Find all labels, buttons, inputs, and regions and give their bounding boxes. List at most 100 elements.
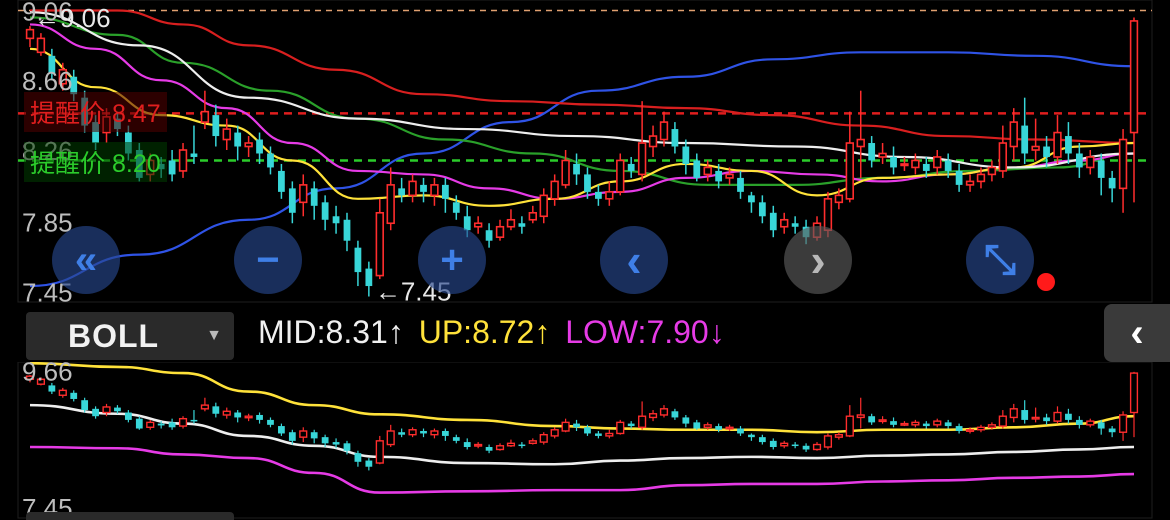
- candle-body: [25, 28, 35, 40]
- candle-body: [659, 121, 669, 141]
- boll-candle-body: [648, 413, 658, 419]
- candle-body: [944, 160, 952, 171]
- candle-body: [1097, 160, 1105, 178]
- candle-body: [550, 180, 559, 200]
- candle-body: [791, 223, 799, 227]
- candle-body: [834, 194, 844, 204]
- candle-body: [922, 163, 930, 171]
- boll-candle-body: [791, 444, 799, 447]
- boll-candle-body: [1021, 410, 1029, 420]
- candle-body: [518, 223, 526, 227]
- candle-body: [748, 195, 755, 203]
- zoom-out-far-button[interactable]: «: [52, 226, 120, 294]
- candle-body: [1129, 20, 1139, 134]
- candle-body: [365, 268, 373, 287]
- candle-body: [845, 142, 854, 200]
- boll-candle-body: [998, 415, 1007, 427]
- fullscreen-button[interactable]: ⤡: [966, 226, 1034, 294]
- candle-body: [354, 247, 362, 273]
- candle-body: [528, 211, 538, 221]
- candle-body: [288, 188, 296, 213]
- boll-candle-body: [495, 445, 505, 451]
- boll-candle-body: [452, 437, 460, 441]
- candle-body: [539, 194, 548, 218]
- boll-candle-body: [386, 430, 395, 446]
- boll-candle-body: [987, 424, 996, 428]
- candle-body: [278, 170, 285, 192]
- candle-body: [212, 115, 220, 137]
- boll-candle-body: [1009, 408, 1018, 419]
- boll-candle-body: [463, 442, 471, 448]
- candle-body: [332, 216, 340, 224]
- candle-body: [234, 132, 242, 147]
- candle-body: [715, 170, 723, 182]
- high-price-marker: ←9.06: [34, 3, 111, 33]
- boll-candle-body: [944, 422, 952, 427]
- boll-candle-body: [965, 429, 975, 432]
- prev-icon: ‹: [626, 234, 642, 286]
- boll-y-axis-label: 9.66: [22, 362, 73, 387]
- candle-body: [299, 184, 308, 204]
- boll-candle-body: [1108, 428, 1116, 433]
- boll-candle-body: [343, 443, 351, 451]
- boll-candle-body: [408, 429, 417, 436]
- candle-body: [955, 170, 963, 185]
- candle-body: [758, 202, 766, 217]
- boll-candle-body: [802, 445, 810, 450]
- boll-candle-body: [955, 426, 963, 431]
- candle-body: [1009, 121, 1018, 148]
- boll-chart[interactable]: 9.667.45: [0, 362, 1170, 520]
- candle-body: [1043, 146, 1050, 157]
- candle-body: [267, 153, 274, 168]
- zoom-plus-icon: +: [440, 238, 464, 282]
- boll-candle-body: [1075, 419, 1083, 425]
- zoom-minus-button[interactable]: −: [234, 226, 302, 294]
- boll-candle-body: [1031, 416, 1040, 420]
- candle-body: [343, 219, 351, 241]
- candle-body: [911, 159, 920, 169]
- candle-body: [420, 184, 427, 192]
- boll-candle-body: [528, 440, 537, 445]
- boll-candle-body: [595, 433, 602, 436]
- boll-candle-body: [354, 453, 362, 462]
- boll-candle-body: [157, 423, 165, 426]
- boll-candle-body: [102, 406, 111, 414]
- candle-body: [178, 149, 188, 172]
- boll-candle-body: [1053, 411, 1062, 422]
- boll-candle-body: [420, 430, 427, 434]
- boll-candle-body: [715, 426, 723, 430]
- alert-tag-red[interactable]: 提醒价 8.47: [24, 92, 167, 132]
- collapse-button[interactable]: ‹: [1104, 304, 1170, 362]
- candle-body: [36, 37, 46, 54]
- boll-candle-body: [976, 426, 986, 431]
- candle-body: [976, 173, 986, 183]
- next-button[interactable]: ›: [784, 226, 852, 294]
- boll-candle-body: [682, 417, 690, 424]
- boll-candle-body: [823, 435, 833, 448]
- candle-body: [1086, 156, 1095, 169]
- candle-body: [473, 222, 483, 228]
- boll-candle-body: [1129, 372, 1139, 414]
- boll-candle-body: [1043, 417, 1050, 422]
- indicator-selector[interactable]: BOLL ▼: [26, 312, 234, 360]
- zoom-plus-button[interactable]: +: [418, 226, 486, 294]
- zoom-out-far-icon: «: [74, 238, 98, 282]
- alert-tag-green[interactable]: 提醒价 8.20: [24, 142, 167, 182]
- candle-body: [584, 174, 591, 192]
- boll-candle-body: [890, 421, 897, 425]
- candle-body: [1065, 136, 1072, 154]
- candle-body: [1118, 138, 1128, 190]
- alert-green-value: 8.20: [111, 150, 161, 178]
- boll-candle-body: [190, 419, 198, 422]
- boll-candle-body: [1118, 414, 1128, 433]
- candle-body: [648, 135, 658, 148]
- prev-button[interactable]: ‹: [600, 226, 668, 294]
- candle-body: [627, 163, 635, 171]
- boll-candle-body: [375, 440, 384, 464]
- candle-body: [769, 212, 777, 231]
- boll-candle-body: [398, 432, 406, 435]
- boll-candle-body: [758, 437, 766, 443]
- boll-candle-body: [627, 423, 635, 427]
- candle-body: [375, 211, 384, 277]
- fullscreen-icon: ⤡: [984, 238, 1016, 282]
